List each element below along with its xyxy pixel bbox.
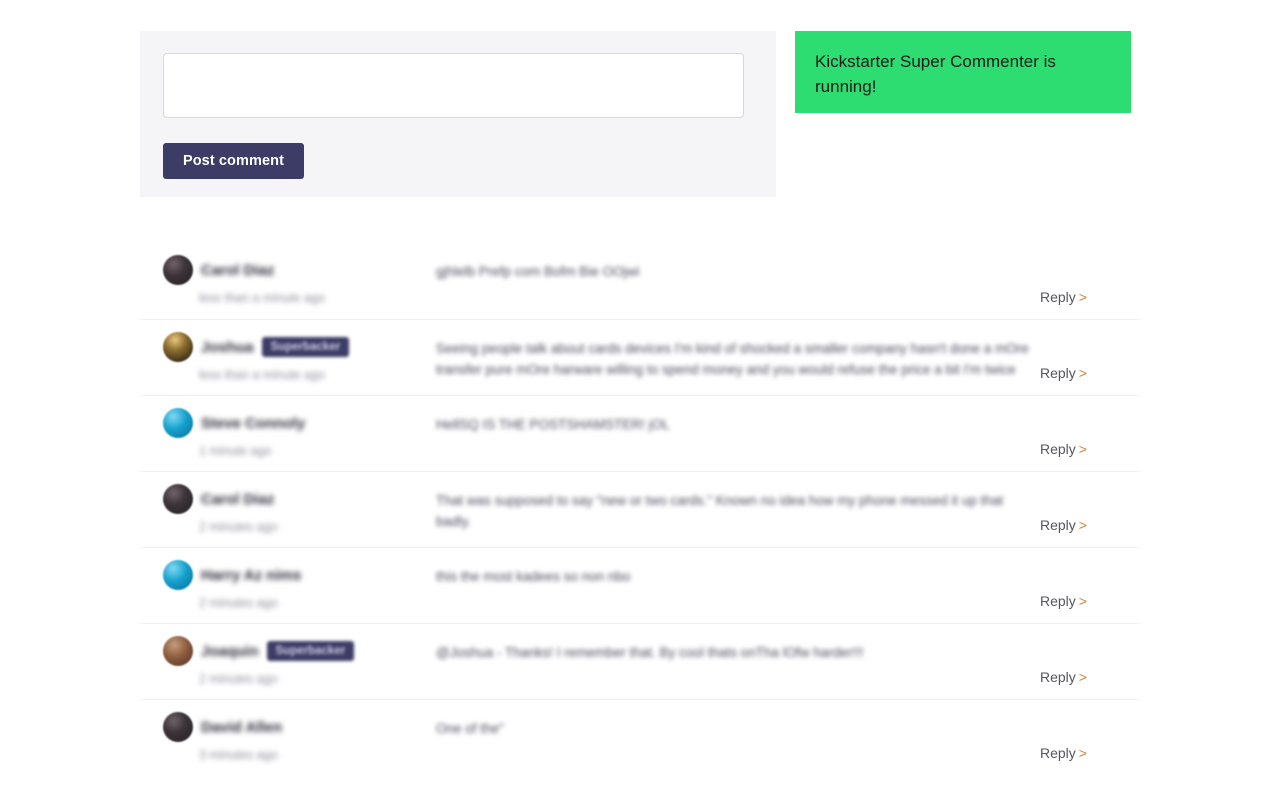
comment-timestamp: 2 minutes ago (199, 520, 278, 534)
chevron-right-icon: > (1078, 517, 1087, 533)
comment-body-block: That was supposed to say "new or two car… (436, 486, 1040, 532)
table-row: Carol Diaz less than a minute ago gjhlelb … (140, 243, 1140, 319)
author-line: David Allen (163, 712, 436, 742)
comment-author-block: Harry Az nims 2 minutes ago (140, 560, 436, 610)
reply-link[interactable]: Reply > (1040, 289, 1087, 305)
reply-label: Reply (1040, 593, 1076, 609)
author-line: Joshua Superbacker (163, 332, 436, 362)
comment-body-block: @Joshua - Thanks! I remember that. By co… (436, 638, 1040, 663)
reply-label: Reply (1040, 441, 1076, 457)
comment-input[interactable] (163, 53, 744, 118)
chevron-right-icon: > (1078, 593, 1087, 609)
table-row: Joshua Superbacker less than a minute ago S… (140, 319, 1140, 395)
table-row: Steve Connoly 1 minute ago HellSQ IS THE P… (140, 395, 1140, 471)
author-line: Steve Connoly (163, 408, 436, 438)
table-row: David Allen 3 minutes ago One of the" Reply… (140, 699, 1140, 775)
comment-body-text: gjhlelb Prefp com Bofm Bie OOjwi (436, 264, 640, 279)
comment-body-block: gjhlelb Prefp com Bofm Bie OOjwi (436, 257, 1040, 282)
reply-cell: Reply > (1040, 410, 1140, 459)
comment-author-block: Joshua Superbacker less than a minute ago (140, 332, 436, 382)
table-row: Harry Az nims 2 minutes ago this the most … (140, 547, 1140, 623)
comment-body-block: this the most kadees so non nbo (436, 562, 1040, 587)
post-comment-button[interactable]: Post comment (163, 143, 304, 179)
reply-link[interactable]: Reply > (1040, 593, 1087, 609)
reply-link[interactable]: Reply > (1040, 745, 1087, 761)
reply-label: Reply (1040, 745, 1076, 761)
author-line: Harry Az nims (163, 560, 436, 590)
reply-label: Reply (1040, 289, 1076, 305)
avatar (163, 636, 193, 666)
comment-body-block: HellSQ IS THE POSTSHAMSTER! jOL (436, 410, 1040, 435)
reply-cell: Reply > (1040, 714, 1140, 763)
comment-timestamp: 2 minutes ago (199, 672, 278, 686)
comment-body-block: One of the" (436, 714, 1040, 739)
status-badge: Superbacker (266, 641, 355, 661)
avatar (163, 560, 193, 590)
comment-author-name[interactable]: Steve Connoly (201, 415, 305, 432)
avatar (163, 255, 193, 285)
reply-link[interactable]: Reply > (1040, 365, 1087, 381)
comment-author-name[interactable]: Joshua (201, 339, 254, 356)
avatar (163, 332, 193, 362)
reply-label: Reply (1040, 669, 1076, 685)
chevron-right-icon: > (1078, 365, 1087, 381)
reply-link[interactable]: Reply > (1040, 441, 1087, 457)
comment-timestamp: less than a minute ago (199, 368, 325, 382)
comment-author-name[interactable]: Carol Diaz (201, 491, 274, 508)
comment-timestamp: 1 minute ago (199, 444, 272, 458)
reply-link[interactable]: Reply > (1040, 669, 1087, 685)
comment-form-panel: Post comment (140, 31, 776, 197)
reply-cell: Reply > (1040, 257, 1140, 307)
comment-author-name[interactable]: Carol Diaz (201, 262, 274, 279)
table-row: Joaquin Superbacker 2 minutes ago @Joshua -… (140, 623, 1140, 699)
comment-author-name[interactable]: Joaquin (201, 643, 259, 660)
comment-body-text: @Joshua - Thanks! I remember that. By co… (436, 645, 864, 660)
avatar (163, 484, 193, 514)
comments-page: Post comment Kickstarter Super Commenter… (0, 0, 1280, 800)
reply-label: Reply (1040, 517, 1076, 533)
comment-timestamp: less than a minute ago (199, 291, 325, 305)
comment-author-name[interactable]: David Allen (201, 719, 282, 736)
author-line: Carol Diaz (163, 255, 436, 285)
comment-body-text: HellSQ IS THE POSTSHAMSTER! jOL (436, 417, 670, 432)
comment-author-block: Joaquin Superbacker 2 minutes ago (140, 636, 436, 686)
avatar (163, 712, 193, 742)
comment-timestamp: 3 minutes ago (199, 748, 278, 762)
comments-list: Carol Diaz less than a minute ago gjhlelb … (140, 243, 1140, 775)
comment-author-block: Steve Connoly 1 minute ago (140, 408, 436, 458)
chevron-right-icon: > (1078, 745, 1087, 761)
status-badge: Superbacker (261, 337, 350, 357)
comment-author-name[interactable]: Harry Az nims (201, 567, 301, 584)
comment-author-block: Carol Diaz less than a minute ago (140, 255, 436, 305)
status-banner: Kickstarter Super Commenter is running! (795, 31, 1131, 113)
reply-cell: Reply > (1040, 638, 1140, 687)
comment-author-block: Carol Diaz 2 minutes ago (140, 484, 436, 534)
avatar (163, 408, 193, 438)
chevron-right-icon: > (1078, 289, 1087, 305)
reply-label: Reply (1040, 365, 1076, 381)
chevron-right-icon: > (1078, 441, 1087, 457)
reply-cell: Reply > (1040, 334, 1140, 383)
reply-link[interactable]: Reply > (1040, 517, 1087, 533)
comment-body-text: Seeing people talk about cards devices I… (436, 341, 1029, 377)
comment-body-text: this the most kadees so non nbo (436, 569, 631, 584)
comment-body-text: One of the" (436, 721, 504, 736)
reply-cell: Reply > (1040, 486, 1140, 535)
chevron-right-icon: > (1078, 669, 1087, 685)
reply-cell: Reply > (1040, 562, 1140, 611)
author-line: Carol Diaz (163, 484, 436, 514)
comment-author-block: David Allen 3 minutes ago (140, 712, 436, 762)
comment-body-block: Seeing people talk about cards devices I… (436, 334, 1040, 380)
comment-timestamp: 2 minutes ago (199, 596, 278, 610)
comment-body-text: That was supposed to say "new or two car… (436, 493, 1004, 529)
author-line: Joaquin Superbacker (163, 636, 436, 666)
table-row: Carol Diaz 2 minutes ago That was supposed… (140, 471, 1140, 547)
